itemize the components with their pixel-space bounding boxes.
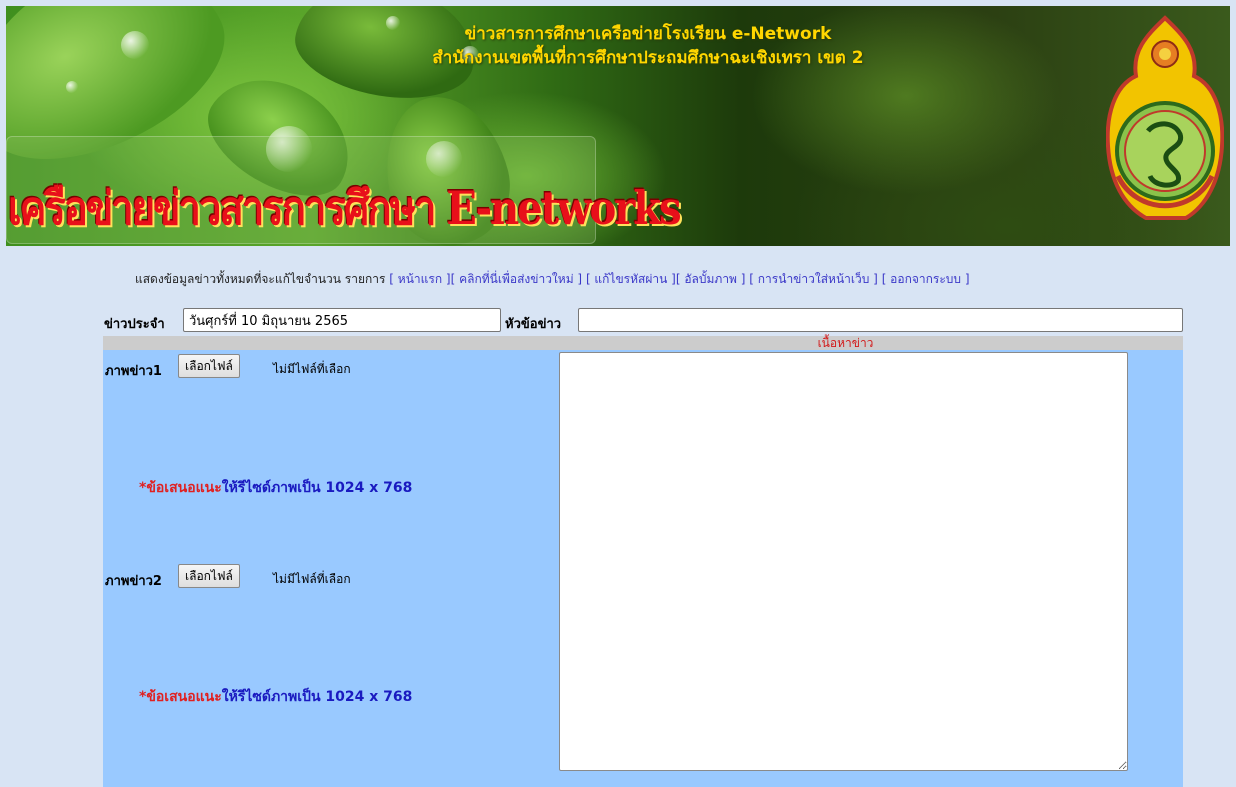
image1-no-file-text: ไม่มีไฟล์ที่เลือก [273, 362, 351, 376]
nav-link-photo-album[interactable]: [ อัลบั้มภาพ ] [676, 272, 746, 286]
news-edit-form: ข่าวประจำ หัวข้อข่าว เนื้อหาข่าว ภาพข่าว… [103, 304, 1183, 787]
water-drop [66, 81, 78, 93]
content-label: เนื้อหาข่าว [817, 336, 874, 350]
banner-subtitle: สำนักงานเขตพื้นที่การศึกษาประถมศึกษาฉะเช… [432, 48, 864, 68]
nav-link-change-password[interactable]: [ แก้ไขรหัสผ่าน ] [586, 272, 676, 286]
date-input[interactable] [183, 308, 501, 332]
image1-choose-file-button[interactable]: เลือกไฟล์ [178, 354, 240, 378]
nav-link-post-news[interactable]: [ คลิกที่นี่เพื่อส่งข่าวใหม่ ] [451, 272, 583, 286]
nav-link-embed-news[interactable]: [ การนำข่าวใส่หน้าเว็บ ] [749, 272, 878, 286]
image1-resize-hint: *ข้อเสนอแนะให้รีไซด์ภาพเป็น 1024 x 768 [139, 477, 412, 499]
nav-link-home[interactable]: [ หน้าแรก ] [389, 272, 450, 286]
nav-bar: แสดงข้อมูลข่าวทั้งหมดที่จะแก้ไขจำนวน ราย… [135, 270, 970, 289]
hint-text: ให้รีไซด์ภาพเป็น 1024 x 768 [221, 689, 413, 705]
image1-label: ภาพข่าว1 [105, 364, 162, 379]
header-banner: ข่าวสารการศึกษาเครือข่ายโรงเรียน e-Netwo… [6, 6, 1230, 246]
hint-text: ให้รีไซด์ภาพเป็น 1024 x 768 [221, 480, 413, 496]
news-content-textarea[interactable] [559, 352, 1128, 771]
nav-prefix-text: แสดงข้อมูลข่าวทั้งหมดที่จะแก้ไขจำนวน ราย… [135, 272, 386, 286]
headline-input[interactable] [578, 308, 1183, 332]
site-logo-text: เครือข่ายข่าวสารการศึกษา E-networks [8, 181, 682, 236]
nav-link-logout[interactable]: [ ออกจากระบบ ] [882, 272, 970, 286]
obec-emblem-icon [1106, 15, 1224, 220]
image2-label: ภาพข่าว2 [105, 574, 162, 589]
banner-title: ข่าวสารการศึกษาเครือข่ายโรงเรียน e-Netwo… [464, 24, 832, 44]
hint-star-text: *ข้อเสนอแนะ [139, 480, 222, 496]
hint-star-text: *ข้อเสนอแนะ [139, 689, 222, 705]
date-label: ข่าวประจำ [104, 317, 165, 332]
image2-resize-hint: *ข้อเสนอแนะให้รีไซด์ภาพเป็น 1024 x 768 [139, 686, 412, 708]
image2-no-file-text: ไม่มีไฟล์ที่เลือก [273, 572, 351, 586]
image2-choose-file-button[interactable]: เลือกไฟล์ [178, 564, 240, 588]
headline-label: หัวข้อข่าว [505, 317, 562, 332]
